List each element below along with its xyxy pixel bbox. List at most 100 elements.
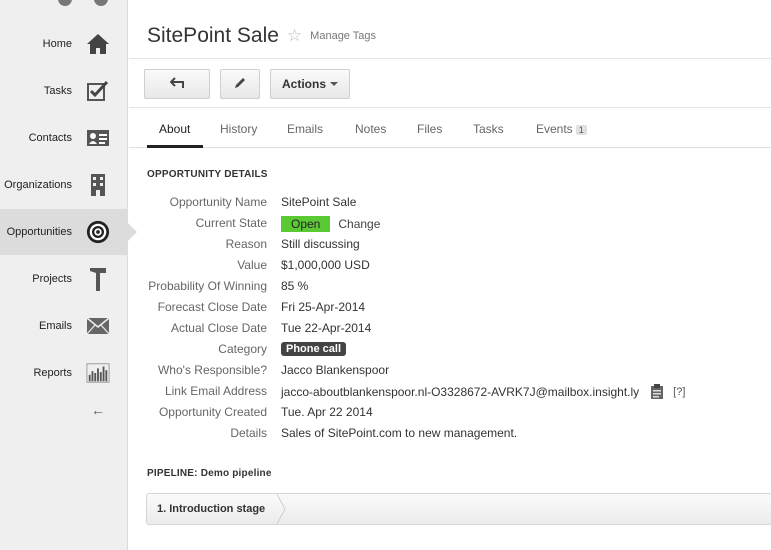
detail-value: Fri 25-Apr-2014 <box>281 300 365 314</box>
edit-button[interactable] <box>220 69 260 99</box>
sidebar-item-opportunities[interactable]: Opportunities <box>0 209 137 255</box>
detail-row: Category Phone call <box>129 342 769 363</box>
reason-value: Still discussing <box>281 237 360 251</box>
tab-history[interactable]: History <box>220 122 257 136</box>
details-value: Sales of SitePoint.com to new management… <box>281 426 518 440</box>
detail-label: Reason <box>225 237 267 251</box>
home-icon <box>86 32 110 56</box>
detail-label: Current State <box>195 216 267 230</box>
collapse-arrow-icon[interactable]: ← <box>91 402 105 418</box>
tab-events-label: Events <box>536 122 573 136</box>
detail-value: jacco-aboutblankenspoor.nl-O3328672-AVRK… <box>281 384 685 400</box>
contact-card-icon <box>86 126 110 150</box>
tab-notes[interactable]: Notes <box>355 122 386 136</box>
detail-label: Probability Of Winning <box>148 279 267 293</box>
manage-tags-link[interactable]: Manage Tags <box>310 30 376 42</box>
detail-value: Jacco Blankenspoor <box>281 363 389 377</box>
back-button[interactable] <box>144 69 210 99</box>
sidebar-item-projects[interactable]: Projects <box>0 256 128 302</box>
detail-row: Probability Of Winning 85 % <box>129 279 769 300</box>
pipeline-heading: PIPELINE: Demo pipeline <box>147 468 272 479</box>
probability-value: 85 % <box>281 279 309 293</box>
sidebar-item-reports[interactable]: Reports <box>0 350 128 396</box>
detail-label: Opportunity Created <box>158 405 267 419</box>
detail-row: Who's Responsible? Jacco Blankenspoor <box>129 363 769 384</box>
pipeline-stage-label: 1. Introduction stage <box>157 503 266 515</box>
help-link[interactable]: [?] <box>673 386 685 398</box>
pipeline-stage[interactable]: 1. Introduction stage <box>147 494 287 524</box>
detail-row: Link Email Address jacco-aboutblankenspo… <box>129 384 769 405</box>
detail-row: Forecast Close Date Fri 25-Apr-2014 <box>129 300 769 321</box>
detail-value: $1,000,000 USD <box>281 258 370 272</box>
detail-value: Open Change <box>281 216 380 232</box>
sidebar-item-label: Home <box>42 38 72 50</box>
detail-row: Value $1,000,000 USD <box>129 258 769 279</box>
page-title: SitePoint Sale <box>147 24 279 47</box>
target-icon <box>86 220 110 244</box>
sidebar-item-label: Organizations <box>4 179 72 191</box>
sidebar-item-label: Contacts <box>28 132 72 144</box>
title-row: SitePoint Sale ☆ Manage Tags <box>147 24 376 48</box>
responsible-value: Jacco Blankenspoor <box>281 363 390 377</box>
sidebar-item-contacts[interactable]: Contacts <box>0 115 128 161</box>
detail-label: Forecast Close Date <box>157 300 267 314</box>
tab-tasks[interactable]: Tasks <box>473 122 504 136</box>
forecast-close-date-value: Fri 25-Apr-2014 <box>281 300 366 314</box>
sidebar-item-label: Emails <box>38 320 72 332</box>
detail-value: SitePoint Sale <box>281 195 356 209</box>
envelope-icon <box>86 314 110 338</box>
detail-label: Who's Responsible? <box>157 363 267 377</box>
sidebar: Home Tasks Contacts Organizations Opport… <box>0 0 137 550</box>
category-pill: Phone call <box>281 342 347 356</box>
sidebar-item-tasks[interactable]: Tasks <box>0 68 128 114</box>
detail-label: Details <box>230 426 267 440</box>
sidebar-item-home[interactable]: Home <box>0 21 128 67</box>
actions-label: Actions <box>281 77 326 91</box>
back-arrow-icon <box>169 76 184 92</box>
detail-row: Current State Open Change <box>129 216 769 237</box>
detail-value: Tue. Apr 22 2014 <box>281 405 373 419</box>
pipeline-name: Demo pipeline <box>200 468 272 479</box>
change-state-link[interactable]: Change <box>338 217 380 231</box>
clipboard-icon[interactable] <box>649 384 665 400</box>
pencil-icon <box>233 76 247 93</box>
detail-value: Sales of SitePoint.com to new management… <box>281 426 517 440</box>
opportunity-details-heading: OPPORTUNITY DETAILS <box>147 169 268 180</box>
hammer-icon <box>86 267 110 291</box>
tab-events[interactable]: Events 1 <box>536 122 587 136</box>
actions-button[interactable]: Actions <box>270 69 350 99</box>
window-dot <box>58 0 72 6</box>
stage-chevron-icon <box>277 494 286 524</box>
toolbar: Actions <box>129 58 771 108</box>
star-icon[interactable]: ☆ <box>287 26 302 46</box>
sidebar-item-label: Opportunities <box>6 226 72 238</box>
main-content: SitePoint Sale ☆ Manage Tags Actions Abo… <box>129 0 771 550</box>
sidebar-item-emails[interactable]: Emails <box>0 303 128 349</box>
window-dot <box>94 0 108 6</box>
detail-row: Opportunity Name SitePoint Sale <box>129 195 769 216</box>
checkbox-icon <box>86 79 110 103</box>
chevron-down-icon <box>330 82 338 86</box>
value-amount: $1,000,000 USD <box>281 258 370 272</box>
sidebar-item-organizations[interactable]: Organizations <box>0 162 128 208</box>
pipeline-bar: 1. Introduction stage <box>146 493 771 525</box>
detail-label: Category <box>218 342 267 356</box>
detail-label: Value <box>237 258 267 272</box>
events-count-badge: 1 <box>575 125 587 135</box>
detail-value: Tue 22-Apr-2014 <box>281 321 371 335</box>
tab-about[interactable]: About <box>159 122 190 136</box>
sidebar-item-label: Projects <box>32 273 72 285</box>
tab-files[interactable]: Files <box>417 122 442 136</box>
detail-row: Details Sales of SitePoint.com to new ma… <box>129 426 769 447</box>
detail-label: Link Email Address <box>164 384 267 398</box>
tab-emails[interactable]: Emails <box>287 122 323 136</box>
actual-close-date-value: Tue 22-Apr-2014 <box>281 321 372 335</box>
detail-value: Still discussing <box>281 237 360 251</box>
detail-row: Opportunity Created Tue. Apr 22 2014 <box>129 405 769 426</box>
opportunity-name-value: SitePoint Sale <box>281 195 357 209</box>
state-open-badge: Open <box>281 216 331 232</box>
sidebar-item-label: Reports <box>33 367 72 379</box>
link-email-value: jacco-aboutblankenspoor.nl-O3328672-AVRK… <box>281 385 640 399</box>
active-tab-indicator <box>147 145 203 148</box>
building-icon <box>86 173 110 197</box>
